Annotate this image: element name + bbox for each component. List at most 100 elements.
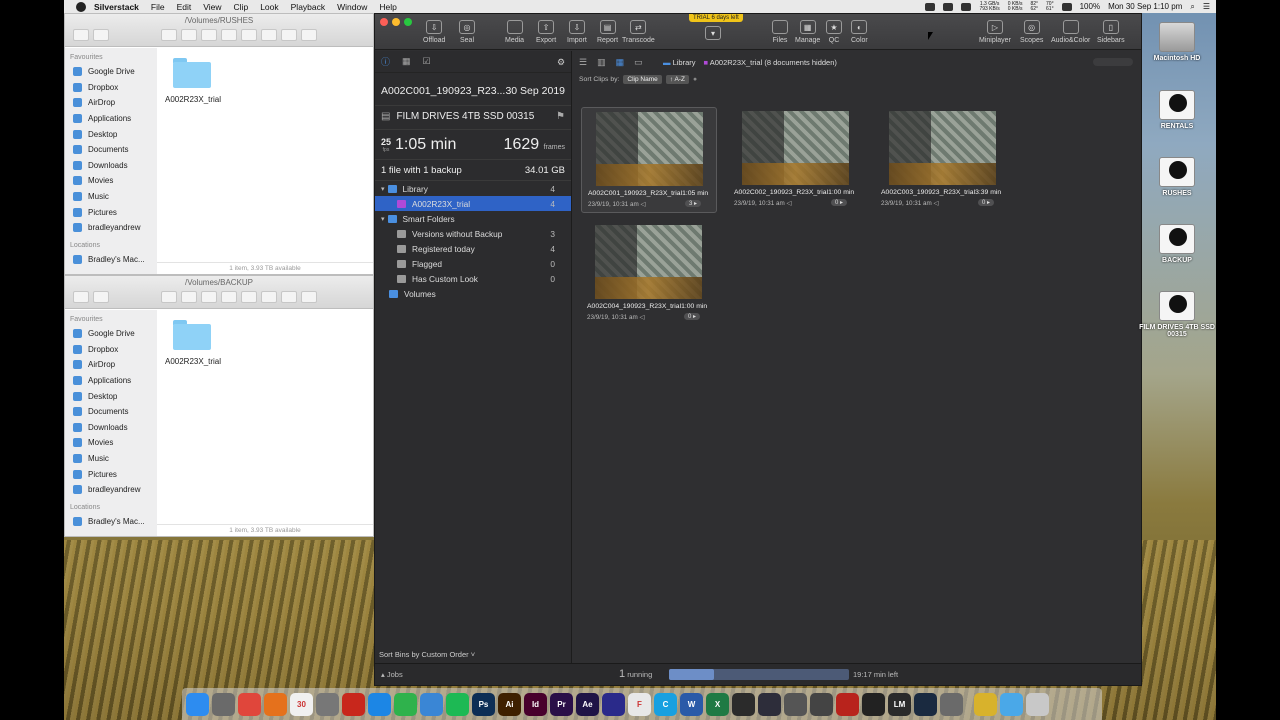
list-view-icon[interactable]: ☰ xyxy=(579,57,587,68)
flag-icon[interactable]: ⚑ xyxy=(556,111,565,122)
zoom-window-button[interactable] xyxy=(404,18,412,26)
sidebar-item-dropbox[interactable]: Dropbox xyxy=(65,80,157,96)
media-button[interactable]: Media xyxy=(505,20,524,44)
terminal-icon[interactable] xyxy=(732,692,755,716)
menu-clip[interactable]: Clip xyxy=(234,2,249,12)
spotify-icon[interactable] xyxy=(446,692,469,716)
gallery-view-button[interactable] xyxy=(221,291,237,303)
photos-icon[interactable] xyxy=(212,692,235,716)
column-view-button[interactable] xyxy=(201,291,217,303)
clip-tile[interactable]: A002C003_190923_R23X_trial3:39 min 23/9/1… xyxy=(875,107,1011,213)
downloads-folder-icon[interactable] xyxy=(1000,692,1023,716)
temperature-monitor[interactable]: 82° 62° xyxy=(1030,1,1038,12)
sidebar-item-pictures[interactable]: Pictures xyxy=(65,466,157,482)
filmstrip-view-icon[interactable]: ▭ xyxy=(634,57,643,68)
offload-button[interactable]: ⇩ Offload xyxy=(423,20,445,44)
menu-file[interactable]: File xyxy=(151,2,165,12)
icon-view-button[interactable] xyxy=(161,291,177,303)
qc-button[interactable]: ★ QC xyxy=(826,20,842,44)
folder-icon[interactable] xyxy=(173,320,211,350)
steam-icon[interactable] xyxy=(914,692,937,716)
import-button[interactable]: ⇩ Import xyxy=(567,20,587,44)
close-window-button[interactable] xyxy=(380,18,388,26)
forward-button[interactable] xyxy=(93,291,109,303)
clip-tile[interactable]: A002C004_190923_R23X_trial1:00 min 23/9/1… xyxy=(581,221,717,327)
folder-icon[interactable] xyxy=(173,58,211,88)
chrome-icon[interactable] xyxy=(238,692,261,716)
silverstack-icon[interactable] xyxy=(974,692,997,716)
screenflow-icon[interactable] xyxy=(602,692,625,716)
menu-app-name[interactable]: Silverstack xyxy=(94,2,139,12)
sidebar-item-airdrop[interactable]: AirDrop xyxy=(65,95,157,111)
sidebar-item-music[interactable]: Music xyxy=(65,189,157,205)
lm-icon[interactable]: LM xyxy=(888,692,911,716)
sidebar-item-applications[interactable]: Applications xyxy=(65,373,157,389)
sort-bins-dropdown[interactable]: Sort Bins by Custom Order ˅ xyxy=(379,650,475,659)
resolve-icon[interactable] xyxy=(758,692,781,716)
jobs-toggle[interactable]: ▴ Jobs xyxy=(381,670,403,679)
report-button[interactable]: ▤ Report xyxy=(597,20,618,44)
sidebar-item-google-drive[interactable]: Google Drive xyxy=(65,64,157,80)
group-button[interactable] xyxy=(241,291,257,303)
plex-icon[interactable] xyxy=(862,692,885,716)
spotlight-icon[interactable]: ⌕ xyxy=(1190,2,1194,12)
notification-center-icon[interactable]: ☰ xyxy=(1203,2,1210,11)
sidebar-item-dropbox[interactable]: Dropbox xyxy=(65,342,157,358)
sidebar-item-google-drive[interactable]: Google Drive xyxy=(65,326,157,342)
color-button[interactable]: ◐ Color xyxy=(851,20,868,44)
disk-monitor[interactable]: 0 KB/s 0 KB/s xyxy=(1008,1,1023,12)
tags-button[interactable] xyxy=(301,29,317,41)
apple-menu-icon[interactable] xyxy=(76,1,86,12)
firefox-icon[interactable] xyxy=(264,692,287,716)
manage-button[interactable]: ▦ Manage xyxy=(795,20,820,44)
messages-icon[interactable] xyxy=(394,692,417,716)
seal-button[interactable]: ◎ Seal xyxy=(459,20,475,44)
sidebar-item-downloads[interactable]: Downloads xyxy=(65,420,157,436)
icon-view-button[interactable] xyxy=(161,29,177,41)
scopes-button[interactable]: ◎ Scopes xyxy=(1020,20,1043,44)
minimize-window-button[interactable] xyxy=(392,18,400,26)
sidebars-button[interactable]: ▯ Sidebars xyxy=(1097,20,1125,44)
menu-playback[interactable]: Playback xyxy=(291,2,326,12)
status-app-icon[interactable] xyxy=(943,2,954,11)
finder-icon[interactable] xyxy=(186,692,209,716)
battery-status[interactable]: 100% xyxy=(1080,2,1100,11)
grid-view-icon[interactable]: ▦ xyxy=(616,57,625,68)
sidebar-item-desktop[interactable]: Desktop xyxy=(65,126,157,142)
desktop-drive-rushes[interactable]: RUSHES xyxy=(1132,157,1216,197)
premiere-icon[interactable]: Pr xyxy=(550,692,573,716)
info-icon[interactable]: ⓘ xyxy=(381,55,390,68)
sidebar-item-documents[interactable]: Documents xyxy=(65,142,157,158)
clip-tile[interactable]: A002C002_190923_R23X_trial1:00 min 23/9/1… xyxy=(728,107,864,213)
tree-item[interactable]: Flagged 0 xyxy=(375,256,571,271)
clock[interactable]: Mon 30 Sep 1:10 pm xyxy=(1108,2,1182,11)
codeapp-icon[interactable]: C xyxy=(654,692,677,716)
record-icon[interactable] xyxy=(836,692,859,716)
sort-direction-dropdown[interactable]: ↑ A-Z xyxy=(665,75,689,84)
status-app-icon[interactable] xyxy=(925,2,936,11)
sidebar-item-airdrop[interactable]: AirDrop xyxy=(65,357,157,373)
back-button[interactable] xyxy=(73,29,89,41)
network-monitor[interactable]: 1.3 GB/s 793 KB/s xyxy=(979,1,999,12)
clip-copies-badge[interactable]: 0 ▸ xyxy=(978,199,995,206)
indesign-icon[interactable]: Id xyxy=(524,692,547,716)
clip-thumbnail[interactable] xyxy=(889,111,996,185)
system-prefs-icon[interactable] xyxy=(940,692,963,716)
menu-view[interactable]: View xyxy=(203,2,221,12)
menu-help[interactable]: Help xyxy=(379,2,396,12)
share-button[interactable] xyxy=(281,29,297,41)
tree-item[interactable]: Registered today 4 xyxy=(375,241,571,256)
aftereffects-icon[interactable]: Ae xyxy=(576,692,599,716)
audio-color-button[interactable]: Audio&Color xyxy=(1051,20,1090,44)
desktop-drive-macintosh-hd[interactable]: Macintosh HD xyxy=(1132,22,1216,62)
breadcrumb-bin[interactable]: ■ A002R23X_trial (8 documents hidden) xyxy=(704,58,837,67)
clip-thumbnail[interactable] xyxy=(742,111,849,185)
back-button[interactable] xyxy=(73,291,89,303)
folder-label[interactable]: A002R23X_trial xyxy=(165,95,221,104)
tree-item[interactable]: Has Custom Look 0 xyxy=(375,271,571,286)
tree-item[interactable]: Volumes xyxy=(375,286,571,301)
search-field[interactable] xyxy=(1093,58,1133,66)
column-view-button[interactable] xyxy=(201,29,217,41)
status-app-icon[interactable] xyxy=(961,2,972,11)
menu-edit[interactable]: Edit xyxy=(177,2,192,12)
